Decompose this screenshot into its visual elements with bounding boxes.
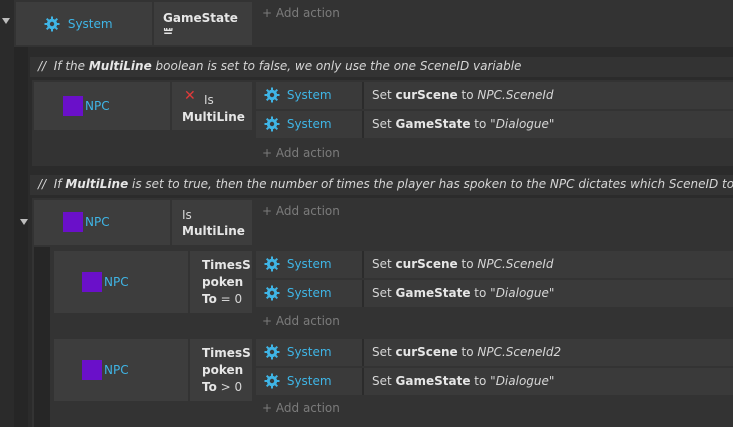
gear-icon	[44, 16, 60, 32]
comment-row-1[interactable]: // If the MultiLine boolean is set to fa…	[30, 57, 733, 77]
condition-text: GameState =	[163, 11, 238, 39]
sub2-condition[interactable]: TimesS poken To > 0	[190, 339, 252, 401]
plus-icon: +	[262, 146, 273, 160]
add-action-button[interactable]: + Add action	[262, 204, 340, 218]
object-name: NPC	[104, 363, 129, 377]
action-row[interactable]: System Set curScene to NPC.SceneId	[256, 82, 733, 109]
action-object: System	[286, 345, 332, 359]
action-object: System	[286, 286, 332, 300]
collapse-toggle-event1[interactable]	[2, 18, 10, 24]
divider	[362, 111, 364, 138]
comment-text: If	[53, 177, 66, 191]
comment-row-2[interactable]: // If MultiLine is set to true, then the…	[30, 175, 733, 195]
add-action-button[interactable]: + Add action	[262, 314, 340, 328]
comment-bold: MultiLine	[88, 59, 152, 73]
npc-sprite-icon	[63, 212, 83, 232]
action-row[interactable]: System Set GameState to "Dialogue"	[256, 368, 733, 395]
gear-icon	[264, 285, 280, 301]
plus-icon: +	[262, 204, 273, 218]
action-object: System	[286, 88, 332, 102]
object-name: NPC	[85, 215, 110, 229]
comment-text-rest: boolean is set to false, we only use the…	[151, 59, 522, 73]
comment-text: If the	[53, 59, 89, 73]
event3-condition[interactable]: Is MultiLine	[172, 200, 252, 245]
chevron-down-icon	[20, 219, 28, 225]
action-row[interactable]: System Set curScene to NPC.SceneId	[256, 251, 733, 278]
comment-prefix: //	[38, 59, 47, 73]
sub2-object[interactable]: NPC	[54, 339, 188, 401]
object-name: System	[67, 17, 113, 31]
gear-icon	[264, 373, 280, 389]
action-object: System	[286, 117, 332, 131]
condition-text-line3: To	[202, 292, 217, 306]
gear-icon	[264, 344, 280, 360]
event2-object[interactable]: NPC	[34, 82, 170, 130]
action-text: Set GameState to "Dialogue"	[372, 286, 555, 300]
condition-compare: > 0	[216, 380, 243, 394]
action-row[interactable]: System Set GameState to "Dialogue"	[256, 280, 733, 307]
plus-icon: +	[262, 6, 273, 20]
nest-guide	[14, 47, 28, 427]
gear-icon	[264, 87, 280, 103]
chevron-down-icon	[2, 18, 10, 24]
add-action-button[interactable]: + Add action	[262, 6, 340, 20]
event2-condition[interactable]: ✕ Is MultiLine	[172, 82, 252, 130]
condition-text-line2: ""	[163, 27, 174, 38]
divider	[362, 339, 364, 366]
comment-prefix: //	[38, 177, 47, 191]
action-text: Set curScene to NPC.SceneId	[372, 257, 554, 271]
condition-text-line2: poken	[202, 363, 244, 377]
action-text: Set curScene to NPC.SceneId2	[372, 345, 562, 359]
action-text: Set curScene to NPC.SceneId	[372, 88, 554, 102]
condition-compare: = 0	[216, 292, 243, 306]
condition-text: MultiLine	[182, 110, 245, 124]
close-icon: ✕	[184, 88, 196, 104]
event1-object[interactable]: System	[16, 2, 152, 45]
action-row[interactable]: System Set curScene to NPC.SceneId2	[256, 339, 733, 366]
sub1-object[interactable]: NPC	[54, 251, 188, 313]
divider	[362, 280, 364, 307]
gear-icon	[264, 256, 280, 272]
action-text: Set GameState to "Dialogue"	[372, 374, 555, 388]
divider	[362, 368, 364, 395]
nest-guide	[34, 247, 50, 427]
comment-text-rest: is set to true, then the number of times…	[128, 177, 733, 191]
condition-is: Is	[204, 93, 214, 107]
action-row[interactable]: System Set GameState to "Dialogue"	[256, 111, 733, 138]
add-action-button[interactable]: + Add action	[262, 401, 340, 415]
add-action-button[interactable]: + Add action	[262, 146, 340, 160]
condition-text: TimesS	[202, 258, 251, 272]
npc-sprite-icon	[63, 96, 83, 116]
npc-sprite-icon	[82, 360, 102, 380]
action-object: System	[286, 257, 332, 271]
condition-text-line2: poken	[202, 275, 244, 289]
object-name: NPC	[104, 275, 129, 289]
comment-bold: MultiLine	[65, 177, 129, 191]
object-name: NPC	[85, 99, 110, 113]
sub1-condition[interactable]: TimesS poken To = 0	[190, 251, 252, 313]
condition-text: MultiLine	[182, 224, 245, 238]
action-object: System	[286, 374, 332, 388]
plus-icon: +	[262, 401, 273, 415]
condition-text: TimesS	[202, 346, 251, 360]
divider	[362, 251, 364, 278]
action-text: Set GameState to "Dialogue"	[372, 117, 555, 131]
condition-text-line3: To	[202, 380, 217, 394]
event3-object[interactable]: NPC	[34, 200, 170, 245]
plus-icon: +	[262, 314, 273, 328]
collapse-toggle-event3[interactable]	[20, 219, 28, 225]
condition-is: Is	[182, 208, 192, 222]
divider	[362, 82, 364, 109]
npc-sprite-icon	[82, 272, 102, 292]
gear-icon	[264, 116, 280, 132]
event1-condition[interactable]: GameState = ""	[154, 2, 252, 45]
